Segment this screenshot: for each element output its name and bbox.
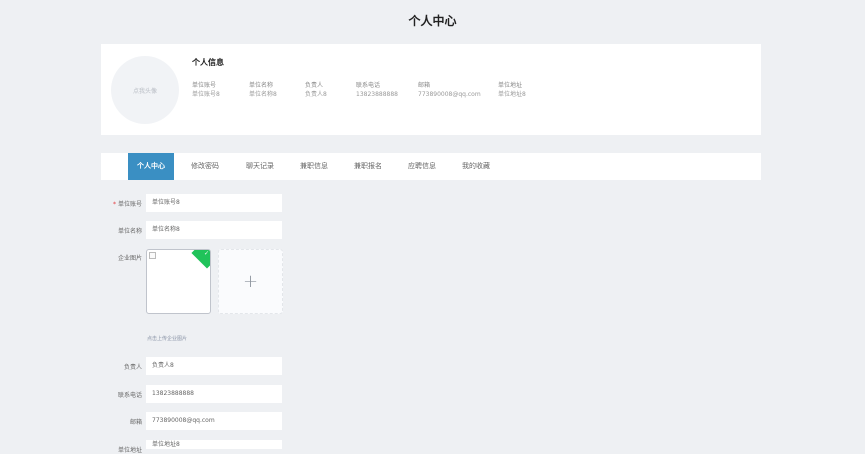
profile-field-label: 单位名称 (249, 82, 274, 89)
profile-field-value: 773890008@qq.com (418, 91, 481, 98)
name-input[interactable] (146, 221, 282, 239)
profile-field-label: 联系电话 (356, 82, 381, 89)
upload-tip: 点击上传企业图片 (147, 336, 188, 342)
add-image-button[interactable]: + (218, 249, 283, 314)
profile-field-value: 单位名称8 (249, 91, 277, 98)
avatar[interactable]: 点我头像 (111, 56, 179, 124)
tab-part-time-info[interactable]: 兼职信息 (292, 153, 336, 180)
profile-field-phone: 联系电话 13823888888 (356, 81, 398, 99)
email-input[interactable] (146, 412, 282, 430)
profile-field-label: 单位账号 (192, 82, 217, 89)
contact-input[interactable] (146, 357, 282, 375)
profile-field-account: 单位账号 单位账号8 (192, 81, 220, 99)
profile-field-email: 邮箱 773890008@qq.com (418, 81, 481, 99)
broken-image-icon (149, 252, 156, 259)
account-label: * 单位账号 (112, 201, 142, 208)
profile-field-label: 邮箱 (418, 82, 431, 89)
required-mark: * (112, 201, 116, 208)
plus-icon: + (242, 271, 259, 292)
image-label: 企业图片 (117, 255, 142, 262)
tab-chat-history[interactable]: 聊天记录 (238, 153, 282, 180)
name-label: 单位名称 (117, 228, 142, 235)
tab-personal-center[interactable]: 个人中心 (128, 153, 174, 180)
profile-field-value: 单位账号8 (192, 91, 220, 98)
profile-field-contact: 负责人 负责人8 (305, 81, 327, 99)
profile-field-value: 单位地址8 (498, 91, 526, 98)
phone-input[interactable] (146, 385, 282, 403)
profile-field-name: 单位名称 单位名称8 (249, 81, 277, 99)
address-label: 单位地址 (117, 447, 142, 454)
tab-favorites[interactable]: 我的收藏 (454, 153, 498, 180)
tab-change-password[interactable]: 修改密码 (183, 153, 227, 180)
account-input[interactable] (146, 194, 282, 212)
page-title: 个人中心 (408, 14, 457, 28)
profile-field-value: 负责人8 (305, 91, 327, 98)
avatar-placeholder: 点我头像 (132, 87, 157, 95)
address-input[interactable] (146, 440, 282, 449)
uploaded-image[interactable]: ✓ (146, 249, 211, 314)
profile-field-label: 负责人 (305, 82, 324, 89)
profile-field-address: 单位地址 单位地址8 (498, 81, 526, 99)
tab-part-time-signup[interactable]: 兼职报名 (346, 153, 390, 180)
profile-field-label: 单位地址 (498, 82, 523, 89)
profile-field-value: 13823888888 (356, 91, 398, 98)
contact-label: 负责人 (123, 364, 142, 371)
profile-section-title: 个人信息 (192, 58, 224, 67)
email-label: 邮箱 (129, 419, 142, 426)
tab-bar: 个人中心 修改密码 聊天记录 兼职信息 兼职报名 应聘信息 我的收藏 (101, 153, 761, 180)
check-icon: ✓ (203, 250, 209, 257)
phone-label: 联系电话 (117, 392, 142, 399)
tab-applications[interactable]: 应聘信息 (400, 153, 444, 180)
profile-card: 点我头像 个人信息 单位账号 单位账号8 单位名称 单位名称8 负责人 负责人8… (101, 44, 761, 135)
